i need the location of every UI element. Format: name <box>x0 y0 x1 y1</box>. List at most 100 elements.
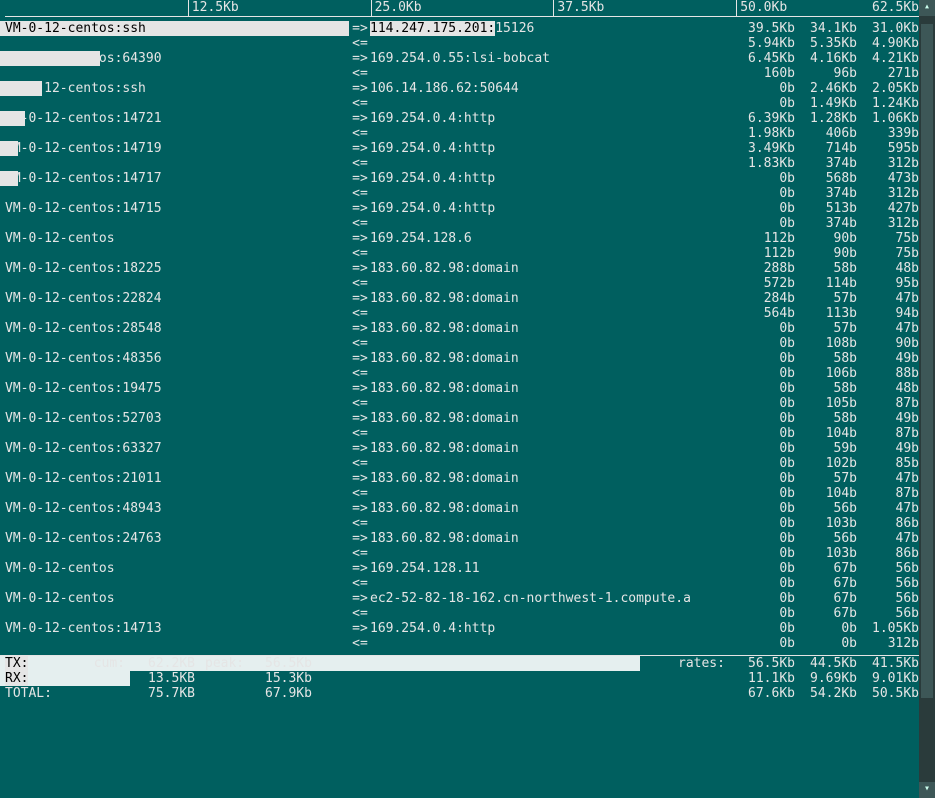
rate-cell: 374b <box>795 216 857 231</box>
rate-cell: 56.5Kb <box>733 656 795 671</box>
rate-cell: 112b <box>733 246 795 261</box>
conn-row-rx: <=1.98Kb406b339b <box>0 126 919 141</box>
summary-label: TOTAL: <box>0 686 65 701</box>
rate-cell: 0b <box>733 501 795 516</box>
vertical-scrollbar[interactable]: ▴ ▾ <box>919 0 935 798</box>
rate-cell: 113b <box>795 306 857 321</box>
scrollbar-thumb[interactable] <box>921 24 933 698</box>
rate-cell: 41.5Kb <box>857 656 919 671</box>
scroll-down-icon[interactable]: ▾ <box>919 782 935 798</box>
scrollbar-track[interactable] <box>919 16 935 782</box>
rate-cell: 0b <box>733 81 795 96</box>
rate-cell: 271b <box>857 66 919 81</box>
rx-arrow-icon: <= <box>350 486 370 501</box>
cum-value: 75.7KB <box>125 686 205 701</box>
rx-arrow-icon: <= <box>350 456 370 471</box>
rate-cell: 67b <box>795 606 857 621</box>
tx-arrow-icon: => <box>350 441 370 456</box>
rate-cell: 87b <box>857 396 919 411</box>
conn-row-rx: <=0b1.49Kb1.24Kb <box>0 96 919 111</box>
conn-source: VM-0-12-centos:48943 <box>0 501 350 516</box>
tx-arrow-icon: => <box>350 231 370 246</box>
rx-arrow-icon: <= <box>350 216 370 231</box>
scale-tick: 50.0Kb <box>736 0 787 16</box>
rate-cell: 513b <box>795 201 857 216</box>
conn-row-tx: VM-0-12-centos:21011=>183.60.82.98:domai… <box>0 471 919 486</box>
conn-dest-label: 114.247.175.201: <box>370 21 495 36</box>
rate-cell: 56b <box>857 591 919 606</box>
conn-row-tx: VM-0-12-centos:14717=>169.254.0.4:http0b… <box>0 171 919 186</box>
rate-cell: 57b <box>795 471 857 486</box>
rate-cell: 88b <box>857 366 919 381</box>
scroll-up-icon[interactable]: ▴ <box>919 0 935 16</box>
rate-cell: 56b <box>795 501 857 516</box>
tx-arrow-icon: => <box>350 351 370 366</box>
summary-label: TX: <box>0 656 65 671</box>
conn-dest: 169.254.0.4:http <box>370 621 733 636</box>
conn-dest: ec2-52-82-18-162.cn-northwest-1.compute.… <box>370 591 733 606</box>
tx-arrow-icon: => <box>350 321 370 336</box>
rate-cell: 47b <box>857 471 919 486</box>
conn-row-tx: VM-0-12-centos:64390=>169.254.0.55:lsi-b… <box>0 51 919 66</box>
rate-cell: 0b <box>795 621 857 636</box>
conn-dest: 183.60.82.98:domain <box>370 471 733 486</box>
rate-cell: 4.90Kb <box>857 36 919 51</box>
rate-cell: 58b <box>795 261 857 276</box>
conn-source-label: VM-0-12-centos:14721 <box>5 111 162 126</box>
conn-dest: 183.60.82.98:domain <box>370 291 733 306</box>
tx-arrow-icon: => <box>350 591 370 606</box>
rate-cell: 112b <box>733 231 795 246</box>
conn-row-rx: <=564b113b94b <box>0 306 919 321</box>
rate-cell: 0b <box>733 321 795 336</box>
conn-dest: 169.254.0.4:http <box>370 171 733 186</box>
rx-arrow-icon: <= <box>350 516 370 531</box>
peak-value: 56.5Kb <box>265 656 335 671</box>
rate-cell: 3.49Kb <box>733 141 795 156</box>
conn-row-rx: <=0b108b90b <box>0 336 919 351</box>
tx-arrow-icon: => <box>350 201 370 216</box>
rate-cell: 0b <box>733 396 795 411</box>
rate-cell: 49b <box>857 441 919 456</box>
conn-row-tx: VM-0-12-centos:48943=>183.60.82.98:domai… <box>0 501 919 516</box>
rate-cell: 75b <box>857 246 919 261</box>
conn-row-tx: VM-0-12-centos:14715=>169.254.0.4:http0b… <box>0 201 919 216</box>
tx-arrow-icon: => <box>350 291 370 306</box>
rate-cell: 56b <box>857 576 919 591</box>
rate-cell: 0b <box>733 591 795 606</box>
conn-source: VM-0-12-centos <box>0 231 350 246</box>
rate-cell: 6.39Kb <box>733 111 795 126</box>
rx-arrow-icon: <= <box>350 636 370 651</box>
conn-source: VM-0-12-centos:14719 <box>0 141 350 156</box>
rate-cell: 47b <box>857 501 919 516</box>
rx-arrow-icon: <= <box>350 156 370 171</box>
tx-arrow-icon: => <box>350 21 370 36</box>
conn-dest: 169.254.0.4:http <box>370 141 733 156</box>
conn-dest: 183.60.82.98:domain <box>370 351 733 366</box>
conn-dest: 183.60.82.98:domain <box>370 531 733 546</box>
tx-arrow-icon: => <box>350 171 370 186</box>
rate-cell: 67b <box>795 576 857 591</box>
bandwidth-scale: 12.5Kb25.0Kb37.5Kb50.0Kb62.5Kb <box>5 0 919 17</box>
conn-source-label: VM-0-12-centos:ssh <box>5 81 146 96</box>
conn-row-tx: VM-0-12-centos:22824=>183.60.82.98:domai… <box>0 291 919 306</box>
conn-row-rx: <=0b103b86b <box>0 546 919 561</box>
rate-cell: 47b <box>857 531 919 546</box>
rate-cell: 58b <box>795 381 857 396</box>
conn-row-rx: <=0b105b87b <box>0 396 919 411</box>
rate-cell: 0b <box>733 201 795 216</box>
rate-cell: 114b <box>795 276 857 291</box>
tx-arrow-icon: => <box>350 111 370 126</box>
rate-cell: 0b <box>733 186 795 201</box>
rate-cell: 103b <box>795 516 857 531</box>
conn-source: VM-0-12-centos <box>0 591 350 606</box>
scale-tick: 25.0Kb <box>371 0 422 16</box>
rate-cell: 2.46Kb <box>795 81 857 96</box>
rate-cell: 57b <box>795 321 857 336</box>
scale-tick: 62.5Kb <box>872 0 919 16</box>
conn-row-tx: VM-0-12-centos:19475=>183.60.82.98:domai… <box>0 381 919 396</box>
conn-source: VM-0-12-centos:14721 <box>0 111 350 126</box>
conn-row-rx: <=0b102b85b <box>0 456 919 471</box>
rate-cell: 94b <box>857 306 919 321</box>
tx-arrow-icon: => <box>350 471 370 486</box>
rx-arrow-icon: <= <box>350 276 370 291</box>
